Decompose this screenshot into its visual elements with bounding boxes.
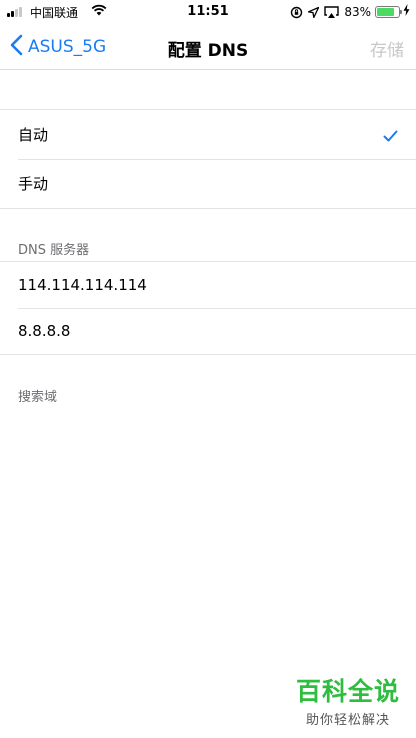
dns-mode-group: 自动 手动	[0, 109, 416, 209]
location-arrow-icon	[308, 6, 320, 18]
dns-server-address: 114.114.114.114	[18, 276, 147, 294]
charging-bolt-icon	[403, 4, 410, 20]
dns-servers-list: 114.114.114.114 8.8.8.8	[0, 261, 416, 355]
save-button[interactable]: 存储	[370, 36, 404, 61]
watermark-title: 百科全说	[295, 677, 400, 706]
dns-server-row[interactable]: 8.8.8.8	[0, 308, 416, 354]
watermark-logo: 百科全说 助你轻松解决	[296, 677, 400, 728]
navigation-bar: ASUS_5G 配置 DNS 存储	[0, 24, 416, 70]
watermark-subtitle: 助你轻松解决	[305, 713, 390, 728]
option-automatic[interactable]: 自动	[0, 110, 416, 159]
option-label: 手动	[18, 175, 49, 193]
battery-icon	[375, 6, 402, 18]
status-bar: 中国联通 11:51 83%	[0, 0, 416, 24]
search-domains-header: 搜索域	[18, 390, 58, 405]
battery-percent: 83%	[344, 5, 371, 19]
option-label: 自动	[18, 126, 49, 144]
option-manual[interactable]: 手动	[0, 159, 416, 208]
orientation-lock-icon	[290, 6, 303, 19]
checkmark-icon	[383, 128, 398, 146]
dns-server-address: 8.8.8.8	[18, 322, 71, 340]
airplay-icon	[324, 5, 340, 19]
dns-servers-header: DNS 服务器	[18, 243, 90, 258]
dns-server-row[interactable]: 114.114.114.114	[0, 262, 416, 308]
page-title: 配置 DNS	[167, 41, 249, 61]
